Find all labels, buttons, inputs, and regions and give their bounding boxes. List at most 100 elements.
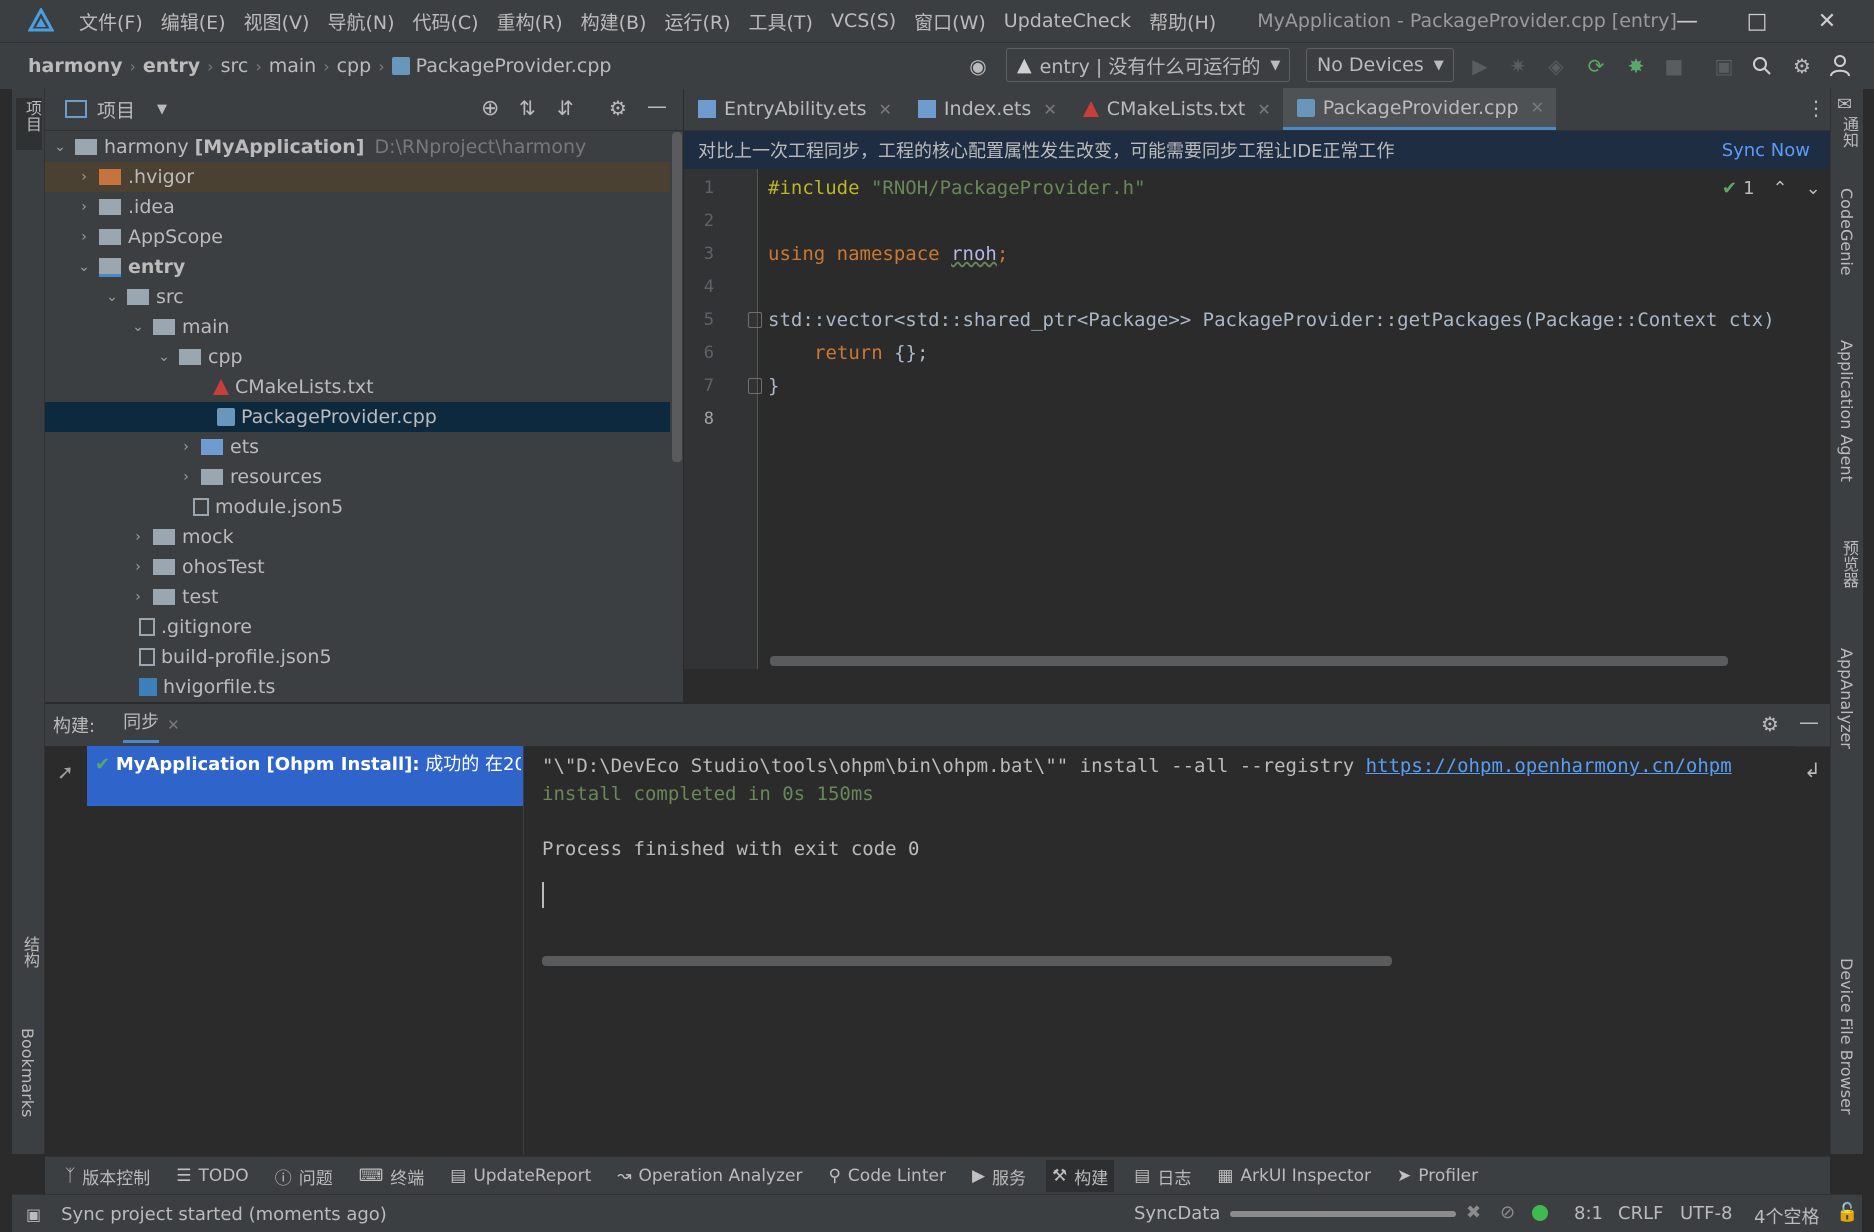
device-manager-icon[interactable]: ▣ (1710, 52, 1738, 80)
tree-item-src[interactable]: ⌄ src (45, 282, 670, 312)
hide-panel-icon[interactable]: — (1799, 710, 1819, 734)
inspection-widget[interactable]: ✔ 1 ⌃ ⌄ (1722, 178, 1821, 199)
menu-run[interactable]: 运行(R) (655, 8, 739, 35)
breadcrumb-file[interactable]: PackageProvider.cpp (416, 55, 612, 77)
tree-item-ohostest[interactable]: › ohosTest (45, 552, 670, 582)
locate-icon[interactable]: ◉ (964, 52, 992, 80)
crosshair-icon[interactable]: ⊕ (481, 96, 499, 121)
search-icon[interactable] (1748, 52, 1776, 80)
menu-view[interactable]: 视图(V) (235, 8, 319, 35)
build-tree-item[interactable]: ✔ MyApplication [Ohpm Install]: 成功的 在202… (87, 746, 523, 806)
menu-updatecheck[interactable]: UpdateCheck (995, 10, 1140, 32)
tree-item-gitignore[interactable]: .gitignore (45, 612, 670, 642)
close-icon[interactable]: ✕ (879, 100, 892, 119)
expand-all-icon[interactable]: ⇅ (519, 96, 536, 120)
tree-item-packageprovider[interactable]: PackageProvider.cpp (45, 402, 670, 432)
tree-item-test[interactable]: › test (45, 582, 670, 612)
tab-packageprovider[interactable]: PackageProvider.cpp ✕ (1282, 88, 1557, 130)
tree-item-idea[interactable]: › .idea (45, 192, 670, 222)
chevron-down-icon[interactable]: ⌄ (103, 289, 121, 305)
cancel-icon[interactable]: ✖ (1466, 1202, 1481, 1223)
tool-tab-arkui-inspector[interactable]: ▦ ArkUI Inspector (1211, 1160, 1377, 1192)
tool-tab-build[interactable]: ⚒ 构建 (1046, 1160, 1115, 1192)
status-message[interactable]: Sync project started (moments ago) (61, 1204, 387, 1225)
collapse-all-icon[interactable]: ⇵ (557, 96, 574, 120)
tool-tab-code-linter[interactable]: ⚲ Code Linter (822, 1160, 951, 1192)
structure-tool-label[interactable]: 结构 (18, 936, 42, 968)
menu-navigate[interactable]: 导航(N) (318, 8, 403, 35)
tool-tab-terminal[interactable]: ⌨ 终端 (353, 1160, 431, 1192)
tab-index[interactable]: Index.ets ✕ (904, 88, 1069, 130)
chevron-right-icon[interactable]: › (177, 469, 195, 485)
fold-marker-icon[interactable] (748, 378, 762, 394)
menu-window[interactable]: 窗口(W) (905, 8, 995, 35)
tool-tab-todo[interactable]: ☰ TODO (170, 1160, 255, 1192)
application-agent-tool-label[interactable]: Application Agent (1837, 340, 1856, 482)
chevron-up-icon[interactable]: ⌃ (1773, 178, 1788, 199)
close-icon[interactable]: ✕ (1257, 100, 1270, 119)
gear-icon[interactable]: ⚙ (1788, 52, 1816, 80)
chevron-right-icon[interactable]: › (129, 529, 147, 545)
notifications-tool-label[interactable]: 通知 (1837, 116, 1861, 148)
breadcrumb-project[interactable]: harmony (28, 55, 122, 77)
project-scrollbar[interactable] (672, 132, 682, 462)
tool-tab-problems[interactable]: ⓘ 问题 (269, 1160, 339, 1192)
menu-tools[interactable]: 工具(T) (740, 8, 822, 35)
tab-sync[interactable]: 同步 (123, 708, 160, 743)
run-config-dropdown[interactable]: ▲ entry | 没有什么可运行的 ▼ (1006, 48, 1290, 82)
run-icon[interactable]: ▶ (1466, 52, 1494, 80)
close-icon[interactable]: ✕ (1531, 98, 1544, 117)
chevron-right-icon[interactable]: › (129, 589, 147, 605)
tree-item-module-json5[interactable]: module.json5 (45, 492, 670, 522)
notifications-icon[interactable]: ✉ (1837, 94, 1852, 115)
hide-panel-icon[interactable]: — (647, 94, 667, 118)
menu-build[interactable]: 构建(B) (572, 8, 656, 35)
tree-item-ets[interactable]: › ets (45, 432, 670, 462)
debug-icon[interactable]: ✷ (1504, 52, 1532, 80)
menu-vcs[interactable]: VCS(S) (822, 10, 905, 32)
tree-item-build-profile[interactable]: build-profile.json5 (45, 642, 670, 672)
breadcrumb-src[interactable]: src (221, 55, 249, 77)
pin-icon[interactable]: ➚ (57, 760, 74, 784)
registry-link[interactable]: https://ohpm.openharmony.cn/ohpm (1366, 755, 1732, 777)
status-ok-icon[interactable] (1532, 1205, 1548, 1221)
tree-item-resources[interactable]: › resources (45, 462, 670, 492)
maximize-icon[interactable]: □ (1722, 0, 1792, 42)
menu-help[interactable]: 帮助(H) (1140, 8, 1225, 35)
project-view-title[interactable]: 项目 (97, 96, 135, 123)
line-separator[interactable]: CRLF (1618, 1203, 1663, 1224)
tab-cmakelists[interactable]: CMakeLists.txt ✕ (1069, 88, 1283, 130)
breadcrumb-module[interactable]: entry (143, 55, 200, 77)
caret-position[interactable]: 8:1 (1574, 1203, 1603, 1224)
fold-marker-icon[interactable] (748, 312, 762, 328)
chevron-right-icon[interactable]: › (75, 199, 93, 215)
attach-debugger-icon[interactable]: ◈ (1542, 52, 1570, 80)
chevron-down-icon[interactable]: ⌄ (155, 349, 173, 365)
tool-tab-operation-analyzer[interactable]: ↝ Operation Analyzer (611, 1160, 808, 1192)
tree-item-root[interactable]: ⌄ harmony [MyApplication] D:\RNproject\h… (45, 132, 670, 162)
soft-wrap-icon[interactable]: ↲ (1804, 758, 1821, 782)
tree-item-entry[interactable]: ⌄ entry (45, 252, 670, 282)
tree-item-hvigorfile[interactable]: hvigorfile.ts (45, 672, 670, 702)
indent-setting[interactable]: 4个空格 (1754, 1203, 1819, 1229)
chevron-right-icon[interactable]: › (75, 229, 93, 245)
breadcrumb-cpp[interactable]: cpp (337, 55, 372, 77)
device-dropdown[interactable]: No Devices ▼ (1306, 48, 1454, 82)
chevron-right-icon[interactable]: › (75, 169, 93, 185)
tool-tab-vcs[interactable]: ᛉ 版本控制 (59, 1160, 156, 1192)
chevron-down-icon[interactable]: ⌄ (1806, 178, 1821, 199)
project-tool-button[interactable]: 项目 (16, 98, 42, 150)
no-devices-icon[interactable]: ⊘ (1500, 1202, 1515, 1223)
stop-icon[interactable]: ■ (1660, 52, 1688, 80)
build-console[interactable]: "\"D:\DevEco Studio\tools\ohpm\bin\ohpm.… (524, 746, 1794, 1154)
file-encoding[interactable]: UTF-8 (1680, 1203, 1732, 1224)
tool-tab-log[interactable]: ▤ 日志 (1128, 1160, 1197, 1192)
layout-toggle-icon[interactable]: ▣ (26, 1205, 41, 1224)
breadcrumb-main[interactable]: main (269, 55, 316, 77)
tree-item-main[interactable]: ⌄ main (45, 312, 670, 342)
close-window-icon[interactable]: ✕ (1792, 0, 1862, 42)
lock-icon[interactable]: 🔓 (1836, 1202, 1858, 1223)
menu-edit[interactable]: 编辑(E) (152, 8, 235, 35)
chevron-down-icon[interactable]: ⌄ (75, 259, 93, 275)
tree-item-cpp[interactable]: ⌄ cpp (45, 342, 670, 372)
